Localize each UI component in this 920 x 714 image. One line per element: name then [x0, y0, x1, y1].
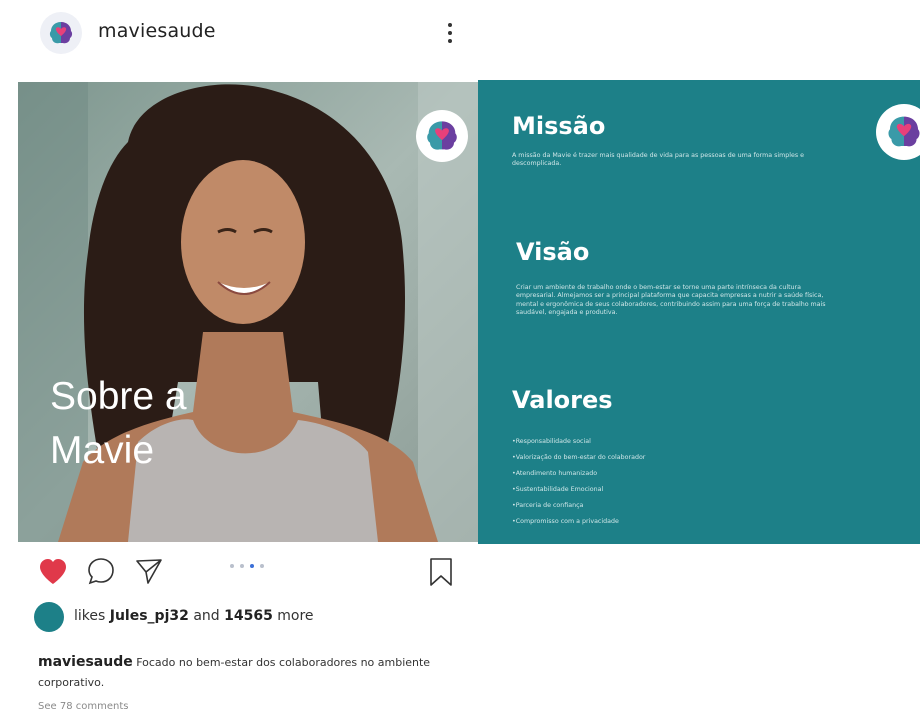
post-image-photo: Sobre a Mavie [18, 82, 478, 542]
carousel-indicator [230, 564, 264, 568]
post-image-info: Missão A missão da Mavie é trazer mais q… [478, 80, 920, 544]
values-heading: Valores [512, 386, 613, 414]
likes-user[interactable]: Jules_pj32 [110, 608, 189, 624]
post-username[interactable]: maviesaude [98, 20, 216, 42]
slide-title: Sobre a Mavie [50, 370, 187, 478]
slide-title-line2: Mavie [50, 429, 155, 472]
share-icon [136, 559, 162, 584]
vision-heading: Visão [516, 238, 590, 266]
mission-heading: Missão [512, 112, 606, 140]
comment-button[interactable] [86, 556, 116, 586]
brand-logo [876, 104, 920, 160]
likes-connector: and [193, 608, 220, 624]
brain-logo-icon [888, 116, 920, 147]
vision-text: Criar um ambiente de trabalho onde o bem… [516, 284, 826, 317]
likes-suffix: more [277, 608, 314, 624]
brain-logo-icon [427, 121, 457, 150]
list-item: •Responsabilidade social [512, 438, 591, 445]
values-list: •Responsabilidade social •Valorização do… [512, 434, 645, 530]
like-button[interactable] [38, 558, 68, 586]
view-comments-link[interactable]: See 78 comments [38, 701, 128, 712]
liker-avatar[interactable] [34, 602, 64, 632]
likes-prefix: likes [74, 608, 106, 624]
carousel-dot [260, 564, 264, 568]
comment-icon [88, 558, 114, 585]
list-item: •Sustentabilidade Emocional [512, 486, 604, 493]
bookmark-icon [430, 558, 452, 586]
likes-count: 14565 [224, 608, 273, 624]
heart-icon [40, 559, 66, 584]
likes-summary[interactable]: likes Jules_pj32 and 14565 more [74, 608, 314, 624]
carousel-dot [230, 564, 234, 568]
post-caption: maviesaude Focado no bem-estar dos colab… [38, 652, 478, 693]
carousel-dot-active [250, 564, 254, 568]
save-button[interactable] [426, 556, 456, 588]
brain-logo-icon [49, 22, 73, 44]
list-item: •Valorização do bem-estar do colaborador [512, 454, 646, 461]
mission-text: A missão da Mavie é trazer mais qualidad… [512, 152, 805, 168]
brand-logo [416, 110, 468, 162]
more-options-icon[interactable] [440, 16, 460, 50]
share-button[interactable] [134, 556, 164, 586]
carousel-dot [240, 564, 244, 568]
caption-username[interactable]: maviesaude [38, 654, 133, 670]
list-item: •Parceria de confiança [512, 502, 584, 509]
slide-title-line1: Sobre a [50, 375, 187, 418]
list-item: •Compromisso com a privacidade [512, 518, 619, 525]
list-item: •Atendimento humanizado [512, 470, 598, 477]
profile-avatar[interactable] [40, 12, 82, 54]
